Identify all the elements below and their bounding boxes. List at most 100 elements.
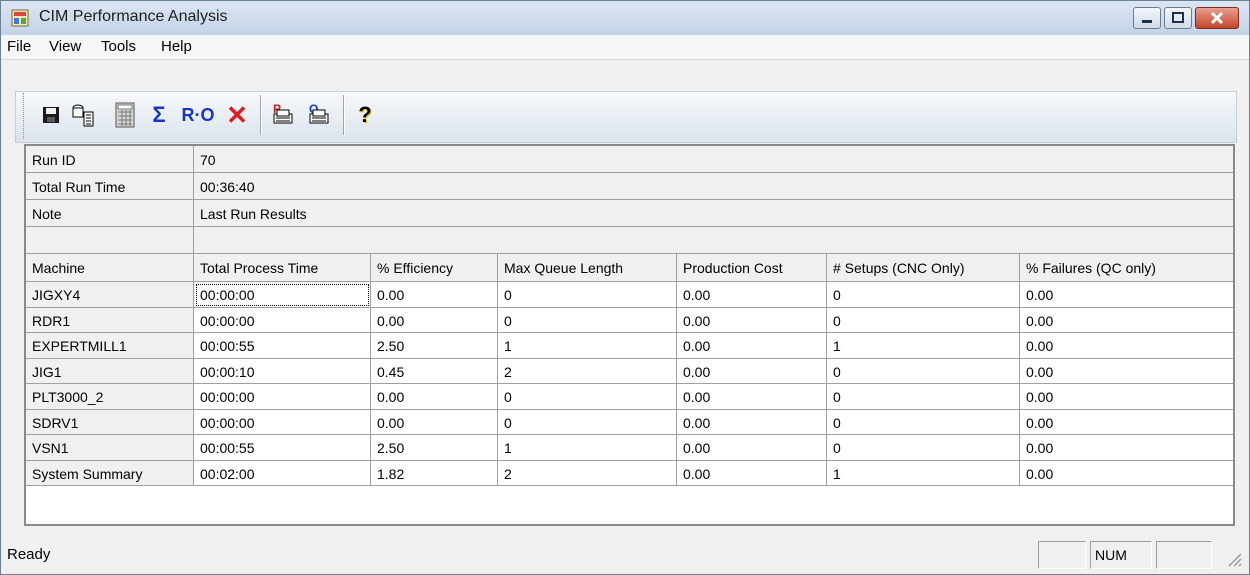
table-cell[interactable]: 0.00 [1020, 460, 1233, 486]
status-pane-num: NUM [1090, 541, 1152, 569]
table-cell[interactable]: 00:00:10 [194, 358, 371, 384]
window-title: CIM Performance Analysis [39, 8, 228, 25]
close-button[interactable] [1195, 7, 1239, 29]
run-options-button[interactable]: R·O [177, 95, 219, 135]
table-cell[interactable]: 0.00 [1020, 358, 1233, 384]
toolbar-separator [260, 95, 262, 135]
menu-help[interactable]: Help [161, 38, 192, 55]
table-cell[interactable]: 2.50 [371, 435, 498, 461]
results-grid[interactable]: Run ID 70 Total Run Time 00:36:40 Note L… [24, 144, 1235, 526]
table-cell[interactable]: 2.50 [371, 333, 498, 359]
menu-tools[interactable]: Tools [101, 38, 136, 55]
status-bar: Ready NUM [1, 536, 1249, 574]
print-preview-icon: P [273, 102, 293, 124]
table-cell[interactable]: 00:00:55 [194, 435, 371, 461]
table-cell[interactable]: 2 [498, 460, 677, 486]
table-cell[interactable]: 1 [827, 460, 1020, 486]
total-run-time-label: Total Run Time [26, 173, 194, 200]
table-cell[interactable]: 0 [498, 282, 677, 308]
export-button[interactable] [69, 95, 97, 135]
table-cell[interactable]: 0.00 [677, 460, 827, 486]
row-header-cell: JIG1 [26, 358, 194, 384]
print-preview-button[interactable]: P [269, 95, 297, 135]
table-cell[interactable]: 00:00:00 [194, 307, 371, 333]
save-button[interactable] [37, 95, 65, 135]
table-cell[interactable]: 0.00 [371, 307, 498, 333]
table-cell[interactable]: 0.00 [1020, 384, 1233, 410]
column-header: # Setups (CNC Only) [827, 254, 1020, 282]
app-window: CIM Performance Analysis File View Tools… [0, 0, 1250, 575]
menu-view[interactable]: View [49, 38, 81, 55]
table-cell[interactable]: 1 [498, 333, 677, 359]
table-cell[interactable]: 0.00 [677, 358, 827, 384]
table-cell[interactable]: 0 [827, 307, 1020, 333]
column-header: Max Queue Length [498, 254, 677, 282]
spacer-cell [194, 227, 1233, 254]
row-header-cell: JIGXY4 [26, 282, 194, 308]
table-cell[interactable]: 00:02:00 [194, 460, 371, 486]
run-id-label: Run ID [26, 146, 194, 173]
table-cell[interactable]: 0.00 [371, 409, 498, 435]
table-cell[interactable]: 0 [827, 409, 1020, 435]
table-cell[interactable]: 0 [827, 358, 1020, 384]
calculator-button[interactable] [111, 95, 139, 135]
spacer-cell [26, 227, 194, 254]
table-cell[interactable]: 0.45 [371, 358, 498, 384]
title-bar[interactable]: CIM Performance Analysis [1, 1, 1249, 36]
table-cell[interactable]: 0 [498, 384, 677, 410]
table-cell[interactable]: 0.00 [1020, 435, 1233, 461]
resize-grip-icon[interactable] [1223, 548, 1243, 568]
table-cell[interactable]: 00:00:00 [194, 409, 371, 435]
table-cell[interactable]: 00:00:55 [194, 333, 371, 359]
close-icon [1210, 11, 1224, 25]
column-header: Total Process Time [194, 254, 371, 282]
minimize-button[interactable] [1133, 7, 1161, 29]
menu-file[interactable]: File [7, 38, 31, 55]
table-cell[interactable]: 0 [498, 409, 677, 435]
table-cell[interactable]: 00:00:00 [194, 384, 371, 410]
table-cell[interactable]: 0.00 [677, 384, 827, 410]
table-cell[interactable]: 0.00 [371, 282, 498, 308]
calculator-icon [115, 102, 135, 128]
table-cell[interactable]: 1 [498, 435, 677, 461]
maximize-icon [1172, 12, 1184, 23]
table-cell[interactable]: 0.00 [1020, 282, 1233, 308]
table-cell[interactable]: 0.00 [677, 282, 827, 308]
table-cell[interactable]: 1.82 [371, 460, 498, 486]
table-cell[interactable]: 0 [827, 435, 1020, 461]
table-cell[interactable]: 0.00 [1020, 409, 1233, 435]
toolbar-grip[interactable] [23, 93, 27, 139]
print-button[interactable]: Q [305, 95, 333, 135]
row-header-cell: VSN1 [26, 435, 194, 461]
table-cell[interactable]: 00:00:00 [194, 282, 371, 308]
help-icon: ? [358, 102, 372, 127]
app-icon [11, 9, 29, 27]
row-header-cell: RDR1 [26, 307, 194, 333]
table-cell[interactable]: 0.00 [1020, 333, 1233, 359]
table-cell[interactable]: 0.00 [677, 435, 827, 461]
status-pane-caps [1038, 541, 1086, 569]
save-icon [43, 107, 59, 123]
maximize-button[interactable] [1164, 7, 1192, 29]
table-cell[interactable]: 0.00 [1020, 307, 1233, 333]
table-cell[interactable]: 0 [827, 282, 1020, 308]
table-cell[interactable]: 0 [827, 384, 1020, 410]
minimize-icon [1142, 20, 1152, 23]
table-cell[interactable]: 0.00 [677, 333, 827, 359]
sum-icon: Σ [152, 102, 166, 127]
sum-button[interactable]: Σ [145, 95, 173, 135]
table-cell[interactable]: 0 [498, 307, 677, 333]
table-cell[interactable]: 0.00 [371, 384, 498, 410]
export-icon [72, 104, 94, 127]
menu-bar: File View Tools Help [1, 35, 1249, 60]
note-value: Last Run Results [194, 200, 1233, 227]
table-cell[interactable]: 0.00 [677, 409, 827, 435]
column-header: % Efficiency [371, 254, 498, 282]
table-cell[interactable]: 0.00 [677, 307, 827, 333]
table-cell[interactable]: 1 [827, 333, 1020, 359]
delete-button[interactable]: ✕ [223, 95, 251, 135]
help-button[interactable]: ? [351, 95, 379, 135]
table-cell[interactable]: 2 [498, 358, 677, 384]
row-header-cell: System Summary [26, 460, 194, 486]
toolbar: Σ R·O ✕ P Q ? [1, 60, 1249, 144]
